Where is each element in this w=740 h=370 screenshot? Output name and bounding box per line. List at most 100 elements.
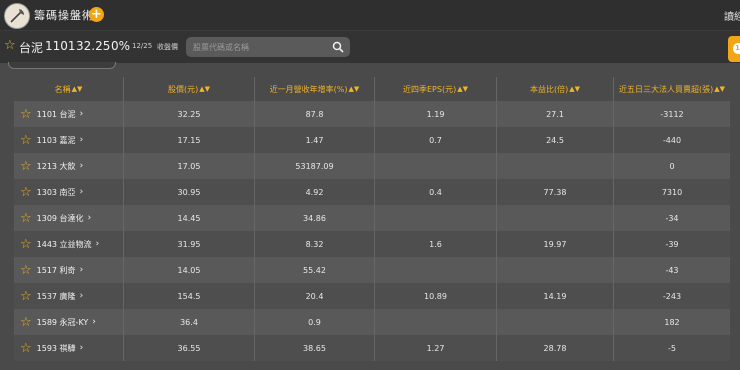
stock-name-link[interactable]: 1443 立益物流 [37, 239, 92, 250]
chevron-right-icon[interactable]: › [80, 265, 84, 275]
table-row[interactable]: ☆ 1537 廣隆 › 154.5 20.4 10.89 14.19 -243 [14, 283, 730, 309]
cell-institutional: -34 [614, 205, 730, 231]
cell-revenue-growth: 55.42 [255, 257, 375, 283]
cell-eps: 0.4 [375, 179, 497, 205]
cell-eps [375, 205, 497, 231]
cell-eps-value: 0.7 [429, 135, 442, 145]
chevron-right-icon[interactable]: › [80, 109, 84, 119]
cell-name: ☆ 1593 祺驊 › [14, 335, 124, 361]
collapsed-tab[interactable] [8, 62, 116, 69]
table-row[interactable]: ☆ 1101 台泥 › 32.25 87.8 1.19 27.1 -3112 [14, 101, 730, 127]
cell-institutional-value: -39 [665, 239, 679, 249]
stock-name-link[interactable]: 1593 祺驊 [37, 343, 76, 354]
chevron-right-icon[interactable]: › [88, 213, 92, 223]
cell-revenue-growth-value: 0.9 [308, 317, 321, 327]
favorite-star-icon[interactable]: ☆ [20, 160, 32, 173]
stock-name-link[interactable]: 1537 廣隆 [37, 291, 76, 302]
stock-name-link[interactable]: 1101 台泥 [37, 109, 76, 120]
chevron-right-icon[interactable]: › [80, 187, 84, 197]
favorite-star-icon[interactable]: ☆ [20, 108, 32, 121]
sort-icon: ▲▼ [199, 85, 211, 93]
favorite-star-icon[interactable]: ☆ [20, 186, 32, 199]
cell-pe-value: 24.5 [546, 135, 564, 145]
header-name[interactable]: 名稱 ▲▼ [14, 77, 124, 101]
cell-price: 14.05 [124, 257, 255, 283]
stock-name: 台泥 [19, 41, 44, 55]
cell-eps-value: 1.6 [429, 239, 442, 249]
header-eps[interactable]: 近四季EPS(元) ▲▼ [375, 77, 497, 101]
stock-name-link[interactable]: 1103 嘉泥 [37, 135, 76, 146]
header-pe[interactable]: 本益比(倍) ▲▼ [497, 77, 614, 101]
table-row[interactable]: ☆ 1213 大飲 › 17.05 53187.09 0 [14, 153, 730, 179]
favorite-star-icon[interactable]: ☆ [4, 39, 16, 52]
add-button[interactable]: + [89, 7, 104, 22]
side-panel-button[interactable]: 1 [728, 36, 740, 62]
cell-revenue-growth-value: 87.8 [305, 109, 324, 119]
header-institutional[interactable]: 近五日三大法人買賣超(張) ▲▼ [614, 77, 730, 101]
favorite-star-icon[interactable]: ☆ [20, 316, 32, 329]
cell-name: ☆ 1213 大飲 › [14, 153, 124, 179]
cell-institutional-value: -43 [665, 265, 679, 275]
favorite-star-icon[interactable]: ☆ [20, 134, 32, 147]
table-row[interactable]: ☆ 1517 利奇 › 14.05 55.42 -43 [14, 257, 730, 283]
sort-icon: ▲▼ [714, 85, 726, 93]
cell-price-value: 31.95 [177, 239, 201, 249]
cell-revenue-growth-value: 34.86 [303, 213, 326, 223]
favorite-star-icon[interactable]: ☆ [20, 264, 32, 277]
sort-icon: ▲▼ [457, 85, 468, 93]
sort-icon: ▲▼ [348, 85, 360, 93]
table-row[interactable]: ☆ 1593 祺驊 › 36.55 38.65 1.27 28.78 -5 [14, 335, 730, 361]
app-title: 籌碼操盤術 [34, 9, 94, 22]
cell-pe-value: 77.38 [543, 187, 567, 197]
cell-pe-value: 28.78 [543, 343, 567, 353]
cell-institutional: 7310 [614, 179, 730, 205]
app-logo[interactable] [4, 3, 30, 29]
stock-name-link[interactable]: 1213 大飲 [37, 161, 76, 172]
chevron-right-icon[interactable]: › [96, 239, 100, 249]
stock-change: 0% [111, 39, 131, 53]
cell-price: 17.05 [124, 153, 255, 179]
top-right-link[interactable]: 讀經 [724, 8, 740, 23]
cell-price-value: 17.15 [177, 135, 201, 145]
cell-institutional-value: -34 [665, 213, 679, 223]
cell-price: 36.4 [124, 309, 255, 335]
chevron-right-icon[interactable]: › [80, 291, 84, 301]
favorite-star-icon[interactable]: ☆ [20, 342, 32, 355]
cell-revenue-growth: 4.92 [255, 179, 375, 205]
sort-icon: ▲▼ [569, 85, 581, 93]
stock-name-link[interactable]: 1303 南亞 [37, 187, 76, 198]
table-row[interactable]: ☆ 1309 台達化 › 14.45 34.86 -34 [14, 205, 730, 231]
stock-name-link[interactable]: 1589 永冠-KY [37, 317, 89, 328]
cell-name: ☆ 1101 台泥 › [14, 101, 124, 127]
cell-price: 17.15 [124, 127, 255, 153]
chevron-right-icon[interactable]: › [92, 317, 96, 327]
header-price[interactable]: 股價(元) ▲▼ [124, 77, 255, 101]
cell-eps [375, 309, 497, 335]
chevron-right-icon[interactable]: › [80, 161, 84, 171]
chevron-right-icon[interactable]: › [80, 135, 84, 145]
cell-institutional: -3112 [614, 101, 730, 127]
favorite-star-icon[interactable]: ☆ [20, 212, 32, 225]
cell-eps: 1.27 [375, 335, 497, 361]
table-row[interactable]: ☆ 1589 永冠-KY › 36.4 0.9 182 [14, 309, 730, 335]
cell-institutional-value: 7310 [661, 187, 683, 197]
table-row[interactable]: ☆ 1103 嘉泥 › 17.15 1.47 0.7 24.5 -440 [14, 127, 730, 153]
table-row[interactable]: ☆ 1303 南亞 › 30.95 4.92 0.4 77.38 7310 [14, 179, 730, 205]
cell-pe: 28.78 [497, 335, 614, 361]
stock-name-link[interactable]: 1517 利奇 [37, 265, 76, 276]
header-revenue[interactable]: 近一月營收年增率(%) ▲▼ [255, 77, 375, 101]
favorite-star-icon[interactable]: ☆ [20, 290, 32, 303]
cell-pe [497, 205, 614, 231]
cell-eps [375, 257, 497, 283]
side-panel-label: 1 [733, 43, 740, 54]
table-row[interactable]: ☆ 1443 立益物流 › 31.95 8.32 1.6 19.97 -39 [14, 231, 730, 257]
cell-price-value: 32.25 [177, 109, 201, 119]
cell-institutional: -243 [614, 283, 730, 309]
cell-eps-value: 1.27 [426, 343, 445, 353]
stock-name-link[interactable]: 1309 台達化 [37, 213, 84, 224]
search-icon[interactable] [332, 41, 344, 53]
search-input[interactable]: 股票代碼或名稱 [186, 37, 350, 57]
top-bar: 籌碼操盤術 + 讀經 [0, 0, 740, 31]
chevron-right-icon[interactable]: › [80, 343, 84, 353]
favorite-star-icon[interactable]: ☆ [20, 238, 32, 251]
